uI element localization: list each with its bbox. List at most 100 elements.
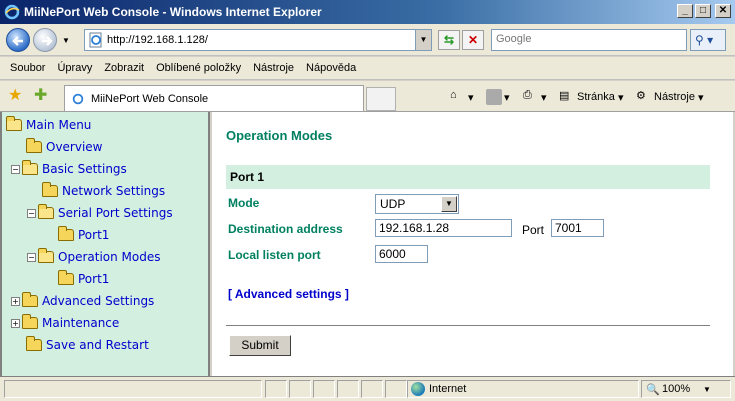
folder-icon [42,182,58,197]
new-tab-button[interactable] [366,87,396,111]
chevron-down-icon: ▼ [441,196,457,212]
search-button[interactable]: ⚲ ▾ [690,29,726,51]
zone-text: Internet [429,383,467,395]
address-dropdown-icon[interactable]: ▼ [415,30,431,50]
add-favorite-icon[interactable]: ✚ [34,88,47,104]
zoom-icon: 🔍 [646,384,660,396]
ie-icon [4,4,20,20]
menu-help[interactable]: Nápověda [300,62,362,74]
arrow-right-icon [42,36,53,46]
home-button[interactable]: ⌂ ▾ [450,89,474,105]
status-seg [385,380,407,398]
advanced-settings-link[interactable]: [ Advanced settings ] [228,287,349,301]
minimize-button[interactable]: _ [677,4,693,18]
tools-menu[interactable]: ⚙ Nástroje ▾ [636,89,704,105]
destination-address-input[interactable]: 192.168.1.28 [375,219,512,237]
status-message [4,380,262,398]
folder-icon [58,226,74,241]
main-content: Operation Modes Port 1 Mode UDP ▼ Destin… [212,112,733,376]
page-title: Operation Modes [226,128,333,143]
forward-button[interactable] [33,28,57,52]
menu-bar: Soubor Úpravy Zobrazit Oblíbené položky … [0,57,735,80]
feeds-button[interactable]: ▾ [486,89,510,105]
tab-label: MiiNePort Web Console [91,92,209,105]
refresh-button[interactable]: ⇆ [438,30,460,50]
arrow-left-icon [12,36,23,46]
tree-overview[interactable]: Overview [26,138,103,156]
destination-label: Destination address [228,222,343,236]
address-bar[interactable]: http://192.168.1.128/ ▼ [84,29,432,51]
status-seg [337,380,359,398]
section-header: Port 1 [226,165,710,189]
folder-open-icon [6,116,22,131]
printer-icon: ⎙ [523,89,532,101]
folder-icon [22,314,38,329]
status-seg [313,380,335,398]
page-icon [72,93,84,104]
page-icon: ▤ [559,90,570,102]
gear-icon: ⚙ [636,90,646,102]
status-seg [265,380,287,398]
folder-open-icon [38,204,54,219]
tree-advanced-settings[interactable]: + Advanced Settings [11,292,154,310]
status-bar: Internet 🔍 100% ▼ [0,376,735,401]
expand-icon[interactable]: + [11,296,20,306]
divider [226,325,710,326]
folder-icon [26,336,42,351]
folder-icon [58,270,74,285]
back-button[interactable] [6,28,30,52]
collapse-icon[interactable]: − [27,252,36,262]
tree-operation-modes[interactable]: − Operation Modes [27,248,160,266]
sidebar-menu: Main Menu Overview − Basic Settings Netwo… [0,112,210,376]
tree-maintenance[interactable]: + Maintenance [11,314,119,332]
tree-main-menu[interactable]: Main Menu [6,116,91,134]
listen-port-input[interactable]: 6000 [375,245,428,263]
close-button[interactable]: ✕ [715,4,731,18]
page-menu[interactable]: ▤ Stránka ▾ [559,89,624,105]
home-icon: ⌂ [450,89,457,101]
url-text[interactable]: http://192.168.1.128/ [107,34,415,46]
listen-port-label: Local listen port [228,248,321,262]
tree-network-settings[interactable]: Network Settings [42,182,165,200]
status-seg [361,380,383,398]
mode-value: UDP [380,197,406,211]
collapse-icon[interactable]: − [27,208,36,218]
search-input[interactable]: Google [491,29,687,51]
folder-icon [22,292,38,307]
globe-icon [411,382,425,396]
stop-button[interactable]: ✕ [462,30,484,50]
address-toolbar: ▼ http://192.168.1.128/ ▼ ⇆ ✕ Google ⚲ ▾ [0,24,735,56]
page-icon [89,32,102,48]
mode-select[interactable]: UDP ▼ [375,194,459,214]
status-seg [289,380,311,398]
tree-opmode-port1[interactable]: Port1 [58,270,109,288]
tree-serial-port-settings[interactable]: − Serial Port Settings [27,204,173,222]
zoom-dropdown-icon[interactable]: ▼ [703,385,711,394]
folder-open-icon [22,160,38,175]
collapse-icon[interactable]: − [11,164,20,174]
folder-open-icon [38,248,54,263]
menu-view[interactable]: Zobrazit [98,62,150,74]
expand-icon[interactable]: + [11,318,20,328]
menu-edit[interactable]: Úpravy [51,62,98,74]
menu-favorites[interactable]: Oblíbené položky [150,62,247,74]
title-bar: MiiNePort Web Console - Windows Internet… [0,0,735,24]
menu-tools[interactable]: Nástroje [247,62,300,74]
submit-button[interactable]: Submit [229,335,291,356]
tree-save-restart[interactable]: Save and Restart [26,336,149,354]
menu-file[interactable]: Soubor [4,62,51,74]
tab-miineport[interactable]: MiiNePort Web Console [64,85,364,111]
tree-basic-settings[interactable]: − Basic Settings [11,160,127,178]
mode-label: Mode [228,196,260,210]
maximize-button[interactable]: □ [695,4,711,18]
rss-icon [486,89,502,105]
tab-bar: ★ ✚ MiiNePort Web Console ⌂ ▾ ▾ ⎙ ▾ ▤ Strán… [0,81,735,112]
folder-icon [26,138,42,153]
window-title: MiiNePort Web Console - Windows Internet… [24,5,322,19]
port-input[interactable]: 7001 [551,219,604,237]
port-label: Port [522,223,545,237]
history-dropdown-icon[interactable]: ▼ [62,36,70,45]
favorites-star-icon[interactable]: ★ [8,88,22,104]
tree-serial-port1[interactable]: Port1 [58,226,109,244]
print-button[interactable]: ⎙ ▾ [523,89,547,105]
